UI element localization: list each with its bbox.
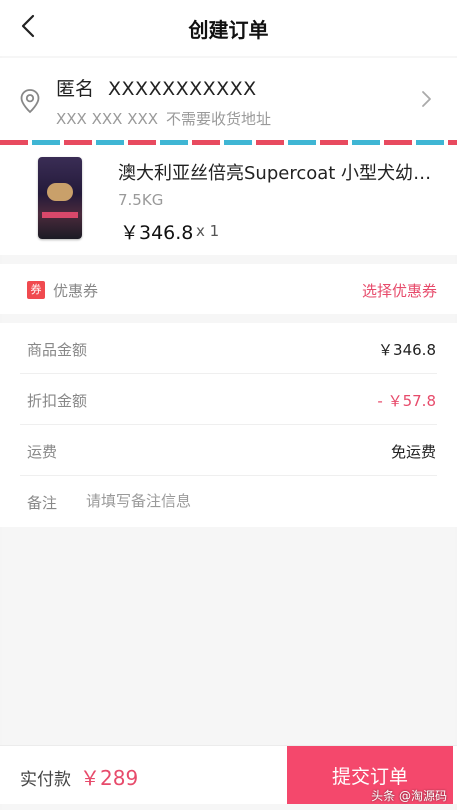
coupon-label: 优惠券 [53,282,99,300]
location-pin-icon [20,89,40,114]
product-image-dog [47,183,73,201]
shipping-row: 运费 免运费 [20,425,437,476]
product-item: 澳大利亚丝倍亮Supercoat 小型犬幼年犬粮 7.5KG ￥346.8 x … [0,145,457,255]
remark-label: 备注 [27,494,58,512]
watermark: 头条 @淘源码 [371,789,447,803]
shipping-label: 运费 [27,443,58,461]
product-image [38,157,82,239]
recipient-name-label: 匿名 [56,78,95,100]
discount-amount-row: 折扣金额 - ￥57.8 [20,374,437,425]
goods-amount-value: ￥346.8 [378,341,436,359]
goods-amount-label: 商品金额 [27,341,88,359]
select-coupon-link[interactable]: 选择优惠券 [362,280,437,301]
order-summary: 商品金额 ￥346.8 折扣金额 - ￥57.8 运费 免运费 备注 [0,323,457,527]
product-spec: 7.5KG [118,191,164,209]
remark-row: 备注 [20,476,437,526]
address-note: 不需要收货地址 [166,110,272,128]
shipping-value: 免运费 [390,443,436,461]
discount-amount-value: - ￥57.8 [377,392,436,410]
product-image-band [42,212,78,218]
recipient-phone: XXX XXX XXX [56,110,159,128]
remark-input[interactable] [86,486,386,516]
recipient-name-masked: XXXXXXXXXXX [108,78,257,100]
product-title: 澳大利亚丝倍亮Supercoat 小型犬幼年犬粮 [118,163,438,184]
product-quantity: x 1 [196,222,220,240]
coupon-icon: 券 [27,281,45,299]
header: 创建订单 [0,0,457,56]
page-title: 创建订单 [188,18,269,42]
pay-amount: ￥289 [80,766,139,790]
discount-amount-label: 折扣金额 [27,392,88,410]
product-price: ￥346.8 [120,222,194,244]
pay-label: 实付款 [20,770,71,790]
coupon-row[interactable]: 券 优惠券 选择优惠券 [0,264,457,314]
recipient-phone-line: XXX XXX XXX 不需要收货地址 [56,108,271,129]
chevron-right-icon [422,91,431,107]
goods-amount-row: 商品金额 ￥346.8 [20,323,437,374]
address-card[interactable]: 匿名 XXXXXXXXXXX XXX XXX XXX 不需要收货地址 [0,58,457,140]
recipient-name: 匿名 XXXXXXXXXXX [56,74,257,101]
